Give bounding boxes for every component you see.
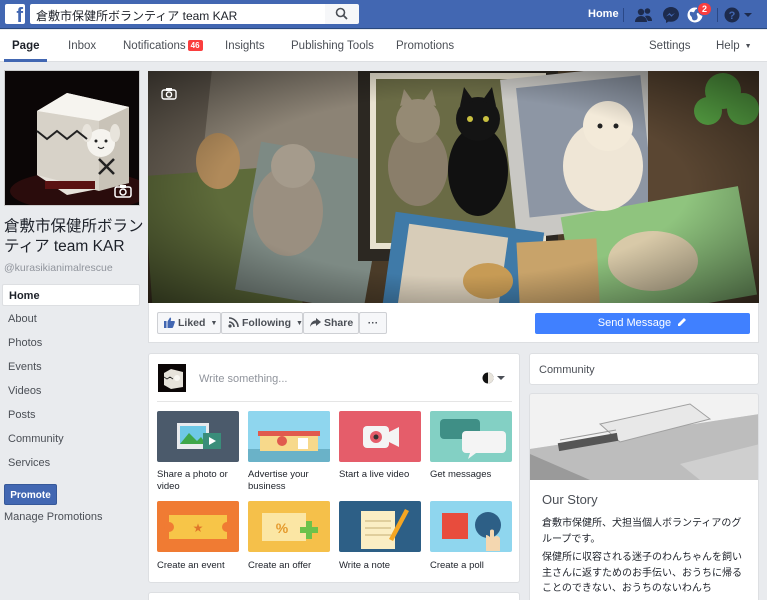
notepad-icon	[361, 509, 409, 549]
more-options-button[interactable]: ···	[359, 312, 387, 334]
divider	[717, 8, 718, 22]
store-icon	[248, 411, 330, 462]
live-video-tile[interactable]	[339, 411, 421, 462]
share-label: Share	[324, 317, 354, 329]
tab-insights[interactable]: Insights	[225, 40, 265, 52]
tile-label[interactable]: Write a note	[339, 560, 429, 572]
get-messages-tile[interactable]	[430, 411, 512, 462]
active-tab-indicator	[4, 59, 47, 62]
camera-icon[interactable]	[114, 184, 132, 201]
poll-icon	[442, 512, 501, 551]
ticket-icon: ★	[164, 515, 232, 539]
chat-bubbles-icon	[440, 419, 506, 459]
search-input[interactable]: 倉敷市保健所ボランティア team KAR	[30, 4, 325, 24]
search-button[interactable]	[325, 4, 359, 24]
create-offer-tile[interactable]: %	[248, 501, 330, 552]
sidebar-item-home[interactable]: Home	[2, 284, 140, 306]
friends-icon[interactable]	[634, 5, 654, 25]
notifications-count-badge: 46	[187, 40, 203, 51]
sidebar-item-about[interactable]: About	[2, 308, 140, 330]
story-title: Our Story	[542, 492, 598, 507]
create-poll-tile[interactable]	[430, 501, 512, 552]
caret-down-icon: ▼	[210, 320, 218, 327]
composer-card: Write something... Share a photo or vide…	[148, 353, 520, 583]
sidebar-item-photos[interactable]: Photos	[2, 332, 140, 354]
story-paragraph: 倉敷市保健所、犬担当個人ボランティアのグループです。	[542, 518, 742, 545]
tab-notifications-label: Notifications	[123, 40, 186, 52]
share-button[interactable]: Share	[303, 312, 359, 334]
tab-page[interactable]: Page	[12, 40, 40, 52]
photo-icon	[177, 423, 221, 449]
audience-selector[interactable]	[482, 372, 506, 387]
page-nav: Page Inbox Notifications 46 Insights Publ…	[0, 30, 767, 62]
home-link[interactable]: Home	[588, 8, 619, 20]
svg-text:★: ★	[193, 521, 204, 535]
search-icon	[335, 7, 348, 20]
messenger-icon[interactable]	[661, 5, 681, 25]
avatar-toggle-icon	[482, 372, 505, 384]
page-handle[interactable]: @kurasikianimalrescue	[4, 262, 113, 274]
tab-help[interactable]: Help ▼	[716, 40, 752, 52]
following-label: Following	[242, 317, 291, 329]
composer-input[interactable]: Write something...	[199, 373, 287, 385]
sidebar-item-community[interactable]: Community	[2, 428, 140, 450]
top-bar: f 倉敷市保健所ボランティア team KAR Home 2 ?	[0, 0, 767, 29]
chevron-down-icon[interactable]	[743, 9, 753, 29]
community-card: Community	[529, 353, 759, 385]
tile-label[interactable]: Advertise your business	[248, 469, 338, 493]
story-paragraph: 保健所に収容される迷子のわんちゃんを飼い主さんに返すためのお手伝い、おうちに帰る…	[542, 552, 742, 594]
create-event-tile[interactable]: ★	[157, 501, 239, 552]
tab-notifications[interactable]: Notifications 46	[123, 40, 203, 52]
tab-publishing-tools[interactable]: Publishing Tools	[291, 40, 374, 52]
tile-label[interactable]: Create a poll	[430, 560, 520, 572]
manage-promotions-link[interactable]: Manage Promotions	[4, 511, 102, 523]
notifications-badge: 2	[697, 2, 713, 16]
page-name[interactable]: 倉敷市保健所ボランティア team KAR	[4, 217, 144, 257]
feed-card	[148, 592, 520, 600]
advertise-business-tile[interactable]	[248, 411, 330, 462]
tile-label[interactable]: Create an offer	[248, 560, 338, 572]
divider	[623, 8, 624, 22]
sidebar-item-events[interactable]: Events	[2, 356, 140, 378]
tile-label[interactable]: Start a live video	[339, 469, 429, 481]
tab-inbox[interactable]: Inbox	[68, 40, 96, 52]
write-note-tile[interactable]	[339, 501, 421, 552]
tile-label[interactable]: Share a photo or video	[157, 469, 247, 493]
photo-video-tile[interactable]	[157, 411, 239, 462]
coupon-icon: %	[262, 513, 318, 541]
svg-text:%: %	[276, 520, 289, 536]
sidebar-item-posts[interactable]: Posts	[2, 404, 140, 426]
rss-icon	[228, 317, 239, 328]
svg-text:?: ?	[729, 10, 736, 22]
share-icon	[310, 318, 321, 327]
send-message-label: Send Message	[597, 317, 672, 329]
promote-button[interactable]: Promote	[4, 484, 57, 505]
video-camera-icon	[363, 426, 399, 448]
facebook-logo[interactable]: f	[5, 4, 25, 26]
liked-button[interactable]: Liked ▼	[157, 312, 221, 334]
tab-help-label: Help	[716, 40, 740, 52]
divider	[157, 401, 512, 402]
send-message-button[interactable]: Send Message	[535, 313, 750, 334]
sidebar-item-services[interactable]: Services	[2, 452, 140, 474]
tab-settings[interactable]: Settings	[649, 40, 691, 52]
tile-label[interactable]: Create an event	[157, 560, 247, 572]
sidebar-item-videos[interactable]: Videos	[2, 380, 140, 402]
help-icon[interactable]: ?	[722, 5, 742, 25]
cover-photo[interactable]	[148, 71, 759, 303]
community-title[interactable]: Community	[539, 364, 595, 376]
camera-icon[interactable]	[161, 87, 177, 103]
following-button[interactable]: Following ▼	[221, 312, 303, 334]
story-image[interactable]	[530, 394, 758, 480]
avatar	[158, 364, 186, 392]
our-story-card: Our Story 倉敷市保健所、犬担当個人ボランティアのグループです。 保健所…	[529, 393, 759, 600]
caret-down-icon: ▼	[296, 320, 303, 327]
thumbs-up-icon	[164, 317, 175, 328]
tile-label[interactable]: Get messages	[430, 469, 520, 481]
caret-down-icon: ▼	[744, 43, 752, 50]
liked-label: Liked	[178, 317, 206, 329]
pencil-icon	[678, 318, 687, 326]
tab-promotions[interactable]: Promotions	[396, 40, 454, 52]
